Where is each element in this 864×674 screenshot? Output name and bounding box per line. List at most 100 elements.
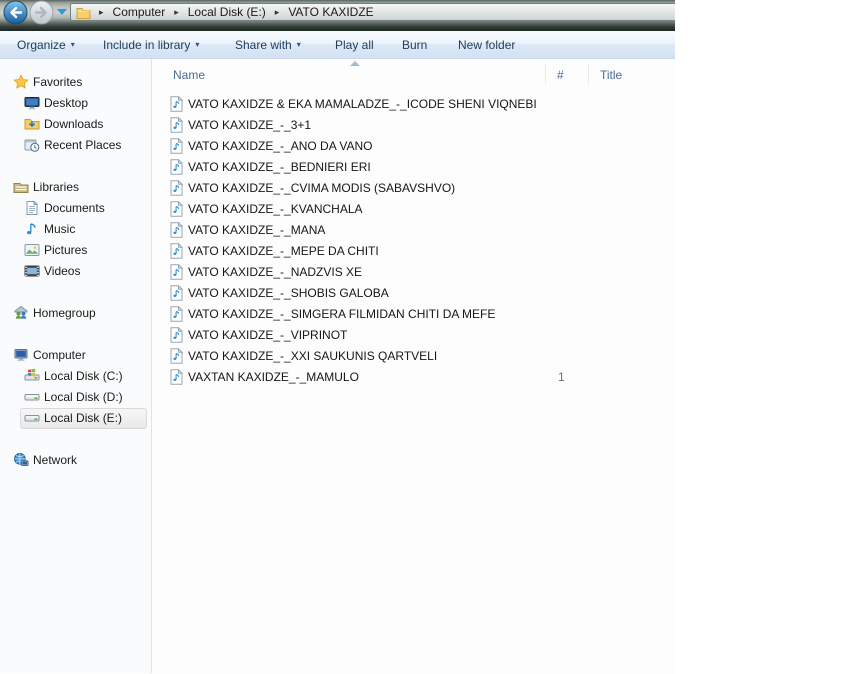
toolbar-share-with-button[interactable]: Share with ▾ — [232, 31, 304, 58]
toolbar-button-label: Share with — [235, 37, 292, 52]
forward-button[interactable] — [29, 0, 54, 25]
sidebar-item-label: Music — [44, 221, 76, 236]
files-pane: Name # Title VATO KAXIDZE & EKA MAMALADZ… — [152, 59, 675, 673]
file-row[interactable]: VATO KAXIDZE_-_MANA — [152, 219, 675, 240]
folder-icon — [76, 6, 91, 19]
back-button[interactable] — [3, 0, 28, 25]
file-name: VATO KAXIDZE & EKA MAMALADZE_-_ICODE SHE… — [188, 96, 537, 111]
sidebar-item-local-disk-e-[interactable]: Local Disk (E:) — [0, 407, 151, 429]
sidebar-item-homegroup[interactable]: Homegroup — [0, 302, 151, 323]
sidebar-item-desktop[interactable]: Desktop — [0, 92, 151, 113]
breadcrumb-arrow-icon[interactable]: ▸ — [95, 7, 108, 18]
file-row[interactable]: VATO KAXIDZE_-_CVIMA MODIS (SABAVSHVO) — [152, 177, 675, 198]
music-file-icon — [170, 242, 183, 259]
file-name: VATO KAXIDZE_-_3+1 — [188, 117, 312, 132]
sidebar-item-videos[interactable]: Videos — [0, 260, 151, 281]
command-bar: Organize ▾ Include in library ▾ Share with ▾ P… — [0, 31, 675, 59]
file-row[interactable]: VATO KAXIDZE_-_3+1 — [152, 114, 675, 135]
music-file-icon — [170, 137, 183, 154]
file-row[interactable]: VATO KAXIDZE_-_KVANCHALA — [152, 198, 675, 219]
file-row[interactable]: VATO KAXIDZE_-_XXI SAUKUNIS QARTVELI — [152, 345, 675, 366]
breadcrumb-arrow-icon[interactable]: ▸ — [170, 7, 183, 18]
file-row[interactable]: VATO KAXIDZE & EKA MAMALADZE_-_ICODE SHE… — [152, 93, 675, 114]
sidebar-item-local-disk-c-[interactable]: Local Disk (C:) — [0, 365, 151, 386]
sidebar-item-computer[interactable]: Computer — [0, 344, 151, 365]
music-file-icon — [170, 284, 183, 301]
sidebar-item-network[interactable]: Network — [0, 449, 151, 470]
sidebar-item-recent-places[interactable]: Recent Places — [0, 134, 151, 155]
network-icon — [13, 452, 29, 468]
file-row[interactable]: VATO KAXIDZE_-_SIMGERA FILMIDAN CHITI DA… — [152, 303, 675, 324]
window-chrome: ▸ Computer ▸ Local Disk (E:) ▸ VATO KAXIDZE — [0, 0, 675, 31]
sidebar-item-label: Network — [33, 452, 78, 467]
documents-icon — [24, 199, 40, 216]
breadcrumb-item[interactable]: Computer — [108, 5, 171, 19]
homegroup-icon — [13, 305, 29, 321]
chevron-down-icon: ▾ — [296, 40, 301, 49]
address-bar[interactable]: ▸ Computer ▸ Local Disk (E:) ▸ VATO KAXIDZE — [70, 3, 675, 21]
back-arrow-icon — [3, 0, 28, 25]
file-name: VATO KAXIDZE_-_CVIMA MODIS (SABAVSHVO) — [188, 180, 456, 195]
toolbar-new-folder-button[interactable]: New folder — [455, 31, 518, 58]
sidebar-item-documents[interactable]: Documents — [0, 197, 151, 218]
breadcrumb-item[interactable]: Local Disk (E:) — [183, 5, 271, 19]
computer-icon — [13, 347, 29, 363]
sidebar-item-label: Homegroup — [33, 305, 96, 320]
file-row[interactable]: VATO KAXIDZE_-_BEDNIERI ERI — [152, 156, 675, 177]
chevron-down-icon: ▾ — [70, 40, 75, 49]
navigation-pane: Favorites Desktop Downloads Recent Places Li… — [0, 59, 152, 673]
sidebar-item-music[interactable]: Music — [0, 218, 151, 239]
sidebar-item-label: Local Disk (D:) — [44, 389, 123, 404]
file-name: VAXTAN KAXIDZE_-_MAMULO — [188, 369, 359, 384]
music-file-icon — [170, 179, 183, 196]
drive-icon — [24, 410, 40, 426]
music-file-icon — [170, 116, 183, 133]
music-file-icon — [170, 326, 183, 343]
music-file-icon — [170, 368, 183, 385]
file-row[interactable]: VATO KAXIDZE_-_ANO DA VANO — [152, 135, 675, 156]
file-row[interactable]: VATO KAXIDZE_-_MEPE DA CHITI — [152, 240, 675, 261]
column-header-number[interactable]: # — [557, 68, 564, 82]
sidebar-item-label: Libraries — [33, 179, 80, 194]
sidebar-item-downloads[interactable]: Downloads — [0, 113, 151, 134]
explorer-window: ▸ Computer ▸ Local Disk (E:) ▸ VATO KAXIDZE O… — [0, 0, 675, 674]
recent-pages-chevron-icon[interactable] — [57, 9, 67, 15]
file-row[interactable]: VAXTAN KAXIDZE_-_MAMULO 1 — [152, 366, 675, 387]
toolbar-play-all-button[interactable]: Play all — [332, 31, 377, 58]
toolbar-include-in-library-button[interactable]: Include in library ▾ — [100, 31, 202, 58]
file-list: VATO KAXIDZE & EKA MAMALADZE_-_ICODE SHE… — [152, 93, 675, 387]
toolbar-button-label: Play all — [335, 37, 374, 52]
sidebar-item-local-disk-d-[interactable]: Local Disk (D:) — [0, 386, 151, 407]
sidebar-item-label: Documents — [44, 200, 105, 215]
sidebar-item-libraries[interactable]: Libraries — [0, 176, 151, 197]
music-icon — [24, 221, 40, 237]
file-row[interactable]: VATO KAXIDZE_-_VIPRINOT — [152, 324, 675, 345]
column-header-name[interactable]: Name — [173, 68, 205, 82]
breadcrumb-arrow-icon[interactable]: ▸ — [271, 7, 284, 18]
sidebar-group-homegroup: Homegroup — [0, 302, 151, 323]
videos-icon — [24, 263, 40, 279]
sidebar-item-label: Local Disk (C:) — [44, 368, 123, 383]
pictures-icon — [24, 242, 40, 258]
file-name: VATO KAXIDZE_-_KVANCHALA — [188, 201, 363, 216]
sidebar-group-libraries: Libraries Documents Music Pictures Videos — [0, 176, 151, 281]
toolbar-burn-button[interactable]: Burn — [399, 31, 430, 58]
file-name: VATO KAXIDZE_-_NADZVIS XE — [188, 264, 363, 279]
desktop-canvas: ▸ Computer ▸ Local Disk (E:) ▸ VATO KAXIDZE O… — [0, 0, 864, 674]
column-divider[interactable] — [545, 64, 546, 84]
toolbar-organize-button[interactable]: Organize ▾ — [14, 31, 78, 58]
system-drive-icon — [24, 368, 40, 384]
file-name: VATO KAXIDZE_-_XXI SAUKUNIS QARTVELI — [188, 348, 438, 363]
sidebar-item-pictures[interactable]: Pictures — [0, 239, 151, 260]
file-name: VATO KAXIDZE_-_BEDNIERI ERI — [188, 159, 371, 174]
column-divider[interactable] — [588, 64, 589, 84]
file-track-number: 1 — [558, 369, 565, 384]
file-name: VATO KAXIDZE_-_SIMGERA FILMIDAN CHITI DA… — [188, 306, 496, 321]
sidebar-item-favorites[interactable]: Favorites — [0, 71, 151, 92]
column-header-title[interactable]: Title — [600, 68, 622, 82]
breadcrumb-item[interactable]: VATO KAXIDZE — [283, 5, 378, 19]
sort-ascending-icon — [350, 61, 360, 66]
file-row[interactable]: VATO KAXIDZE_-_SHOBIS GALOBA — [152, 282, 675, 303]
desktop-icon — [24, 95, 40, 111]
file-row[interactable]: VATO KAXIDZE_-_NADZVIS XE — [152, 261, 675, 282]
